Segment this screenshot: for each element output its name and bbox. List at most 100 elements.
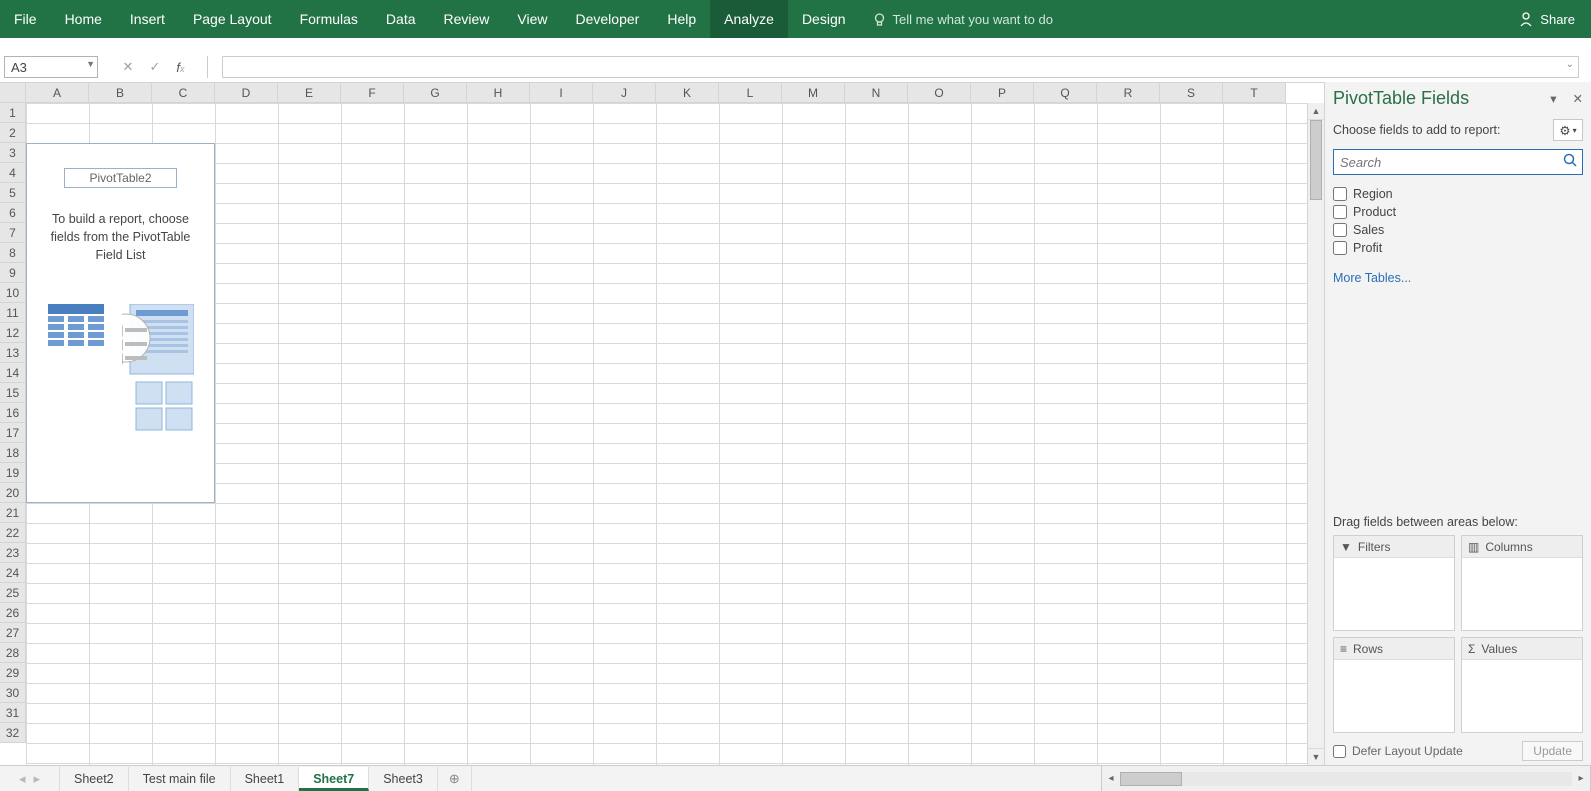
ribbon-tab-page-layout[interactable]: Page Layout [179,0,286,38]
more-tables-link[interactable]: More Tables... [1333,271,1583,285]
sheet-tab-sheet3[interactable]: Sheet3 [369,767,438,791]
area-rows[interactable]: ≡Rows [1333,637,1455,733]
column-header[interactable]: D [215,83,278,103]
column-header[interactable]: R [1097,83,1160,103]
select-all-corner[interactable] [0,83,26,103]
column-header[interactable]: G [404,83,467,103]
scroll-up-icon[interactable]: ▲ [1308,103,1324,120]
ribbon-tab-help[interactable]: Help [653,0,710,38]
name-box[interactable]: A3 ▼ [4,56,98,78]
field-checkbox[interactable] [1333,223,1347,237]
column-header[interactable]: C [152,83,215,103]
ribbon-tab-formulas[interactable]: Formulas [286,0,372,38]
row-header[interactable]: 23 [0,543,26,563]
row-header[interactable]: 7 [0,223,26,243]
row-header[interactable]: 6 [0,203,26,223]
row-header[interactable]: 19 [0,463,26,483]
sheet-tab-sheet1[interactable]: Sheet1 [231,767,300,791]
area-values[interactable]: ΣValues [1461,637,1583,733]
row-header[interactable]: 31 [0,703,26,723]
row-header[interactable]: 14 [0,363,26,383]
ribbon-tab-developer[interactable]: Developer [562,0,654,38]
row-header[interactable]: 24 [0,563,26,583]
horizontal-scrollbar-thumb[interactable] [1120,772,1182,786]
ribbon-tab-view[interactable]: View [503,0,561,38]
row-header[interactable]: 15 [0,383,26,403]
column-header[interactable]: O [908,83,971,103]
column-header[interactable]: N [845,83,908,103]
column-header[interactable]: L [719,83,782,103]
ribbon-tab-home[interactable]: Home [51,0,116,38]
row-header[interactable]: 8 [0,243,26,263]
row-header[interactable]: 28 [0,643,26,663]
column-header[interactable]: P [971,83,1034,103]
column-header[interactable]: B [89,83,152,103]
cells-area[interactable]: PivotTable2 To build a report, choose fi… [26,103,1307,765]
row-header[interactable]: 3 [0,143,26,163]
column-header[interactable]: E [278,83,341,103]
taskpane-layout-button[interactable]: ⚙▾ [1553,119,1583,141]
defer-layout-checkbox[interactable]: Defer Layout Update [1333,744,1463,758]
column-header[interactable]: I [530,83,593,103]
row-header[interactable]: 16 [0,403,26,423]
field-profit[interactable]: Profit [1333,239,1583,257]
row-header[interactable]: 20 [0,483,26,503]
column-header[interactable]: T [1223,83,1286,103]
field-region[interactable]: Region [1333,185,1583,203]
field-product[interactable]: Product [1333,203,1583,221]
row-header[interactable]: 9 [0,263,26,283]
row-header[interactable]: 12 [0,323,26,343]
sheet-tab-sheet2[interactable]: Sheet2 [60,767,129,791]
row-header[interactable]: 17 [0,423,26,443]
ribbon-tab-insert[interactable]: Insert [116,0,179,38]
area-columns[interactable]: ▥Columns [1461,535,1583,631]
update-button[interactable]: Update [1522,741,1583,761]
ribbon-tab-design[interactable]: Design [788,0,860,38]
row-header[interactable]: 13 [0,343,26,363]
close-icon[interactable]: ✕ [1573,91,1583,106]
sheet-tab-test-main-file[interactable]: Test main file [129,767,231,791]
expand-formula-bar-icon[interactable]: ⌄ [1566,59,1574,70]
scroll-left-icon[interactable]: ◂ [1102,773,1120,784]
sheet-nav[interactable]: ◂ ▸ [0,766,60,791]
row-header[interactable]: 26 [0,603,26,623]
row-header[interactable]: 5 [0,183,26,203]
horizontal-scrollbar[interactable]: ◂ ▸ [1101,766,1591,791]
scroll-down-icon[interactable]: ▼ [1308,748,1324,765]
formula-bar[interactable]: ⌄ [222,56,1579,78]
column-header[interactable]: A [26,83,89,103]
search-icon[interactable] [1563,153,1577,170]
column-header[interactable]: S [1160,83,1223,103]
ribbon-tab-review[interactable]: Review [430,0,504,38]
column-header[interactable]: J [593,83,656,103]
row-header[interactable]: 29 [0,663,26,683]
row-header[interactable]: 2 [0,123,26,143]
taskpane-options-icon[interactable]: ▾ [1550,91,1556,106]
scroll-right-icon[interactable]: ▸ [1572,773,1590,784]
new-sheet-button[interactable]: ⊕ [438,766,472,791]
fx-icon[interactable]: fx [176,60,184,75]
row-header[interactable]: 11 [0,303,26,323]
ribbon-tab-file[interactable]: File [0,0,51,38]
area-filters[interactable]: ▼Filters [1333,535,1455,631]
field-search[interactable] [1333,149,1583,175]
column-header[interactable]: M [782,83,845,103]
sheet-tab-sheet7[interactable]: Sheet7 [299,767,369,791]
pivottable-placeholder[interactable]: PivotTable2 To build a report, choose fi… [26,143,215,503]
field-checkbox[interactable] [1333,187,1347,201]
column-header[interactable]: F [341,83,404,103]
field-sales[interactable]: Sales [1333,221,1583,239]
chevron-down-icon[interactable]: ▼ [86,59,95,69]
column-header[interactable]: K [656,83,719,103]
row-header[interactable]: 30 [0,683,26,703]
vertical-scrollbar[interactable]: ▲ ▼ [1307,103,1324,765]
ribbon-tab-data[interactable]: Data [372,0,430,38]
row-header[interactable]: 21 [0,503,26,523]
field-search-input[interactable] [1333,149,1583,175]
tell-me-search[interactable]: Tell me what you want to do [872,12,1053,27]
row-header[interactable]: 27 [0,623,26,643]
row-header[interactable]: 25 [0,583,26,603]
sheet-nav-prev-icon[interactable]: ◂ [19,771,26,787]
field-checkbox[interactable] [1333,205,1347,219]
row-header[interactable]: 32 [0,723,26,743]
